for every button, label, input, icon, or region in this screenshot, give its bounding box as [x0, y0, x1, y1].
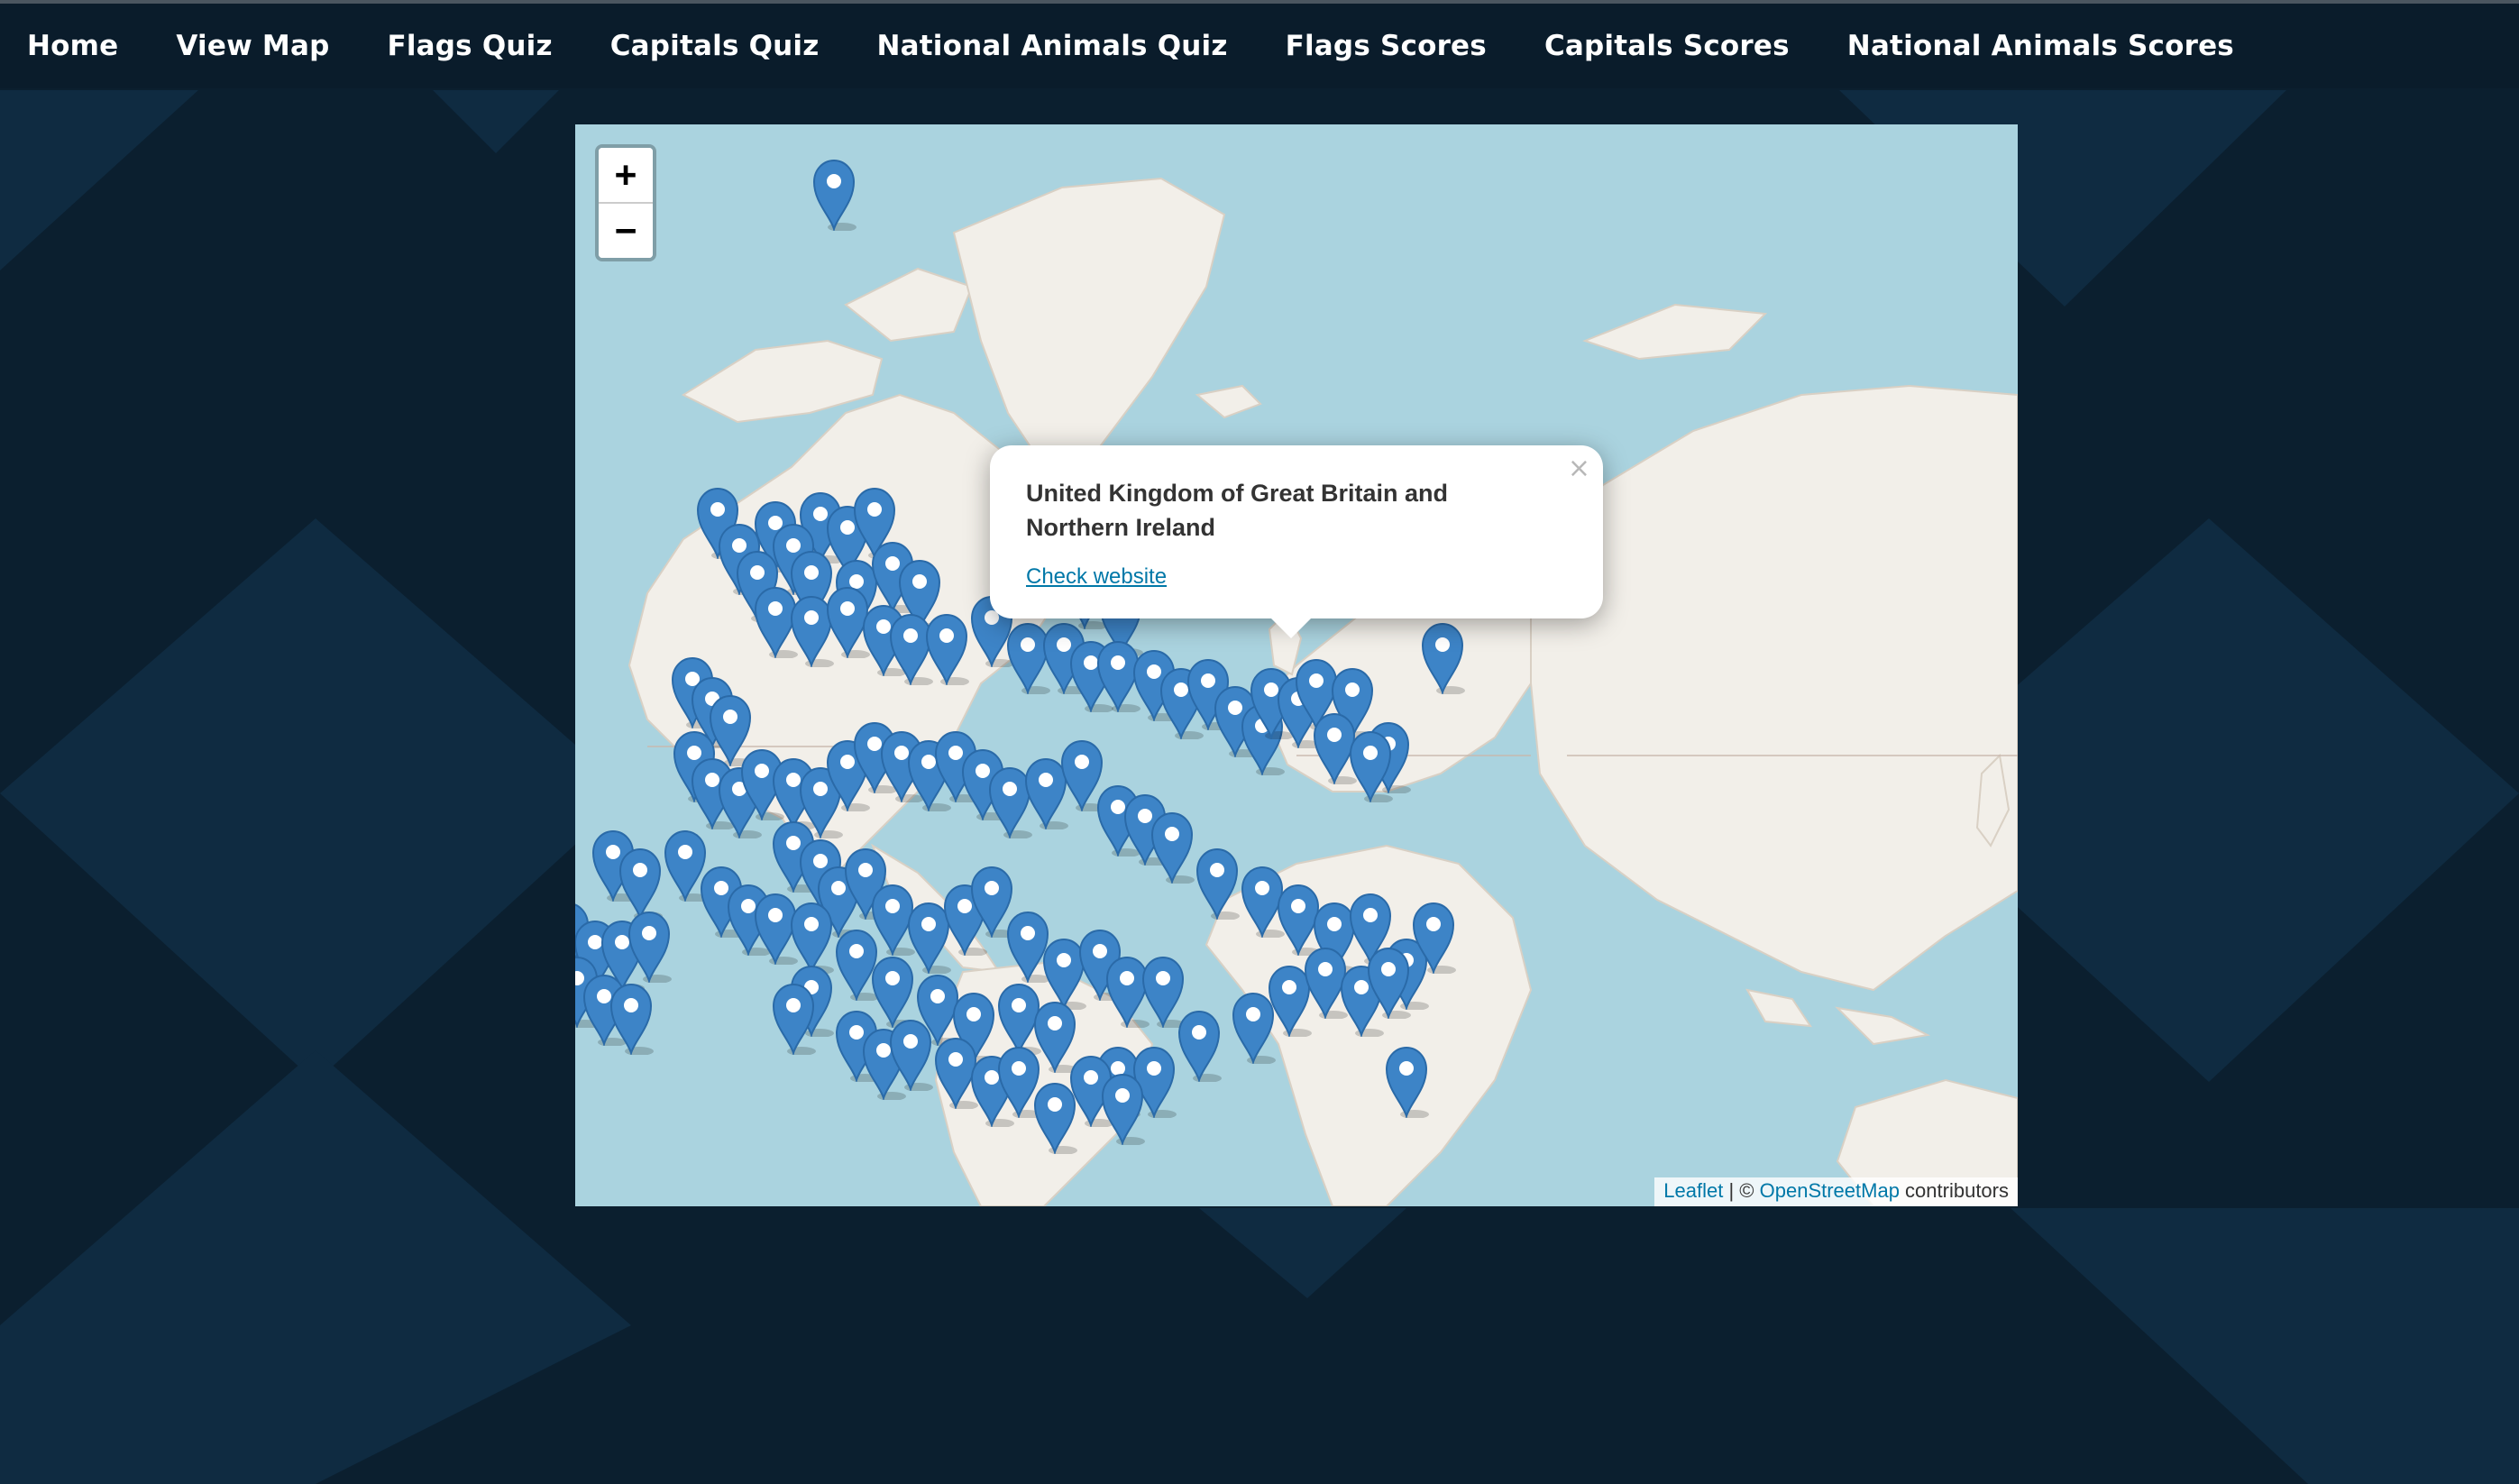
attribution-suffix: contributors — [1899, 1179, 2009, 1202]
map-pin-icon[interactable] — [1420, 622, 1465, 694]
popup-country-name: United Kingdom of Great Britain and Nort… — [1026, 480, 1449, 541]
nav-capitals-scores-link[interactable]: Capitals Scores — [1544, 30, 1790, 62]
nav-home-link[interactable]: Home — [27, 30, 118, 62]
zoom-control: + − — [595, 144, 656, 261]
country-markers — [575, 124, 2018, 1206]
map-pin-icon[interactable] — [1195, 847, 1240, 920]
map-pin-icon[interactable] — [811, 159, 856, 231]
map-pin-icon[interactable] — [1384, 1046, 1429, 1118]
map-pin-icon[interactable] — [618, 847, 663, 920]
attribution-separator: | © — [1723, 1179, 1760, 1202]
map-pin-icon[interactable] — [1177, 1010, 1222, 1082]
world-map[interactable]: + − × United Kingdom of Great Britain an… — [575, 124, 2018, 1206]
popup-tip — [1269, 617, 1313, 638]
map-pin-icon[interactable] — [1150, 811, 1195, 884]
nav-view-map-link[interactable]: View Map — [176, 30, 329, 62]
map-pin-icon[interactable] — [609, 983, 654, 1055]
zoom-out-button[interactable]: − — [599, 204, 653, 258]
map-pin-icon[interactable] — [924, 613, 969, 685]
map-pin-icon[interactable] — [627, 911, 672, 983]
nav-national-animals-quiz-link[interactable]: National Animals Quiz — [877, 30, 1228, 62]
nav-flags-scores-link[interactable]: Flags Scores — [1286, 30, 1487, 62]
map-pin-icon[interactable] — [888, 1019, 933, 1091]
openstreetmap-link[interactable]: OpenStreetMap — [1760, 1179, 1900, 1202]
map-pin-icon[interactable] — [1348, 730, 1393, 802]
nav-national-animals-scores-link[interactable]: National Animals Scores — [1847, 30, 2234, 62]
map-pin-icon[interactable] — [1100, 1073, 1145, 1145]
main-navigation: Home View Map Flags Quiz Capitals Quiz N… — [0, 4, 2519, 88]
map-pin-icon[interactable] — [789, 902, 834, 974]
map-pin-icon[interactable] — [1411, 902, 1456, 974]
map-pin-icon[interactable] — [771, 983, 816, 1055]
popup-website-link[interactable]: Check website — [1026, 564, 1167, 589]
nav-capitals-quiz-link[interactable]: Capitals Quiz — [610, 30, 820, 62]
country-popup: × United Kingdom of Great Britain and No… — [990, 445, 1603, 638]
leaflet-link[interactable]: Leaflet — [1663, 1179, 1723, 1202]
nav-flags-quiz-link[interactable]: Flags Quiz — [387, 30, 552, 62]
popup-close-button[interactable]: × — [1568, 453, 1590, 484]
zoom-in-button[interactable]: + — [599, 148, 653, 204]
map-pin-icon[interactable] — [1366, 947, 1411, 1019]
map-attribution: Leaflet | © OpenStreetMap contributors — [1654, 1177, 2018, 1206]
